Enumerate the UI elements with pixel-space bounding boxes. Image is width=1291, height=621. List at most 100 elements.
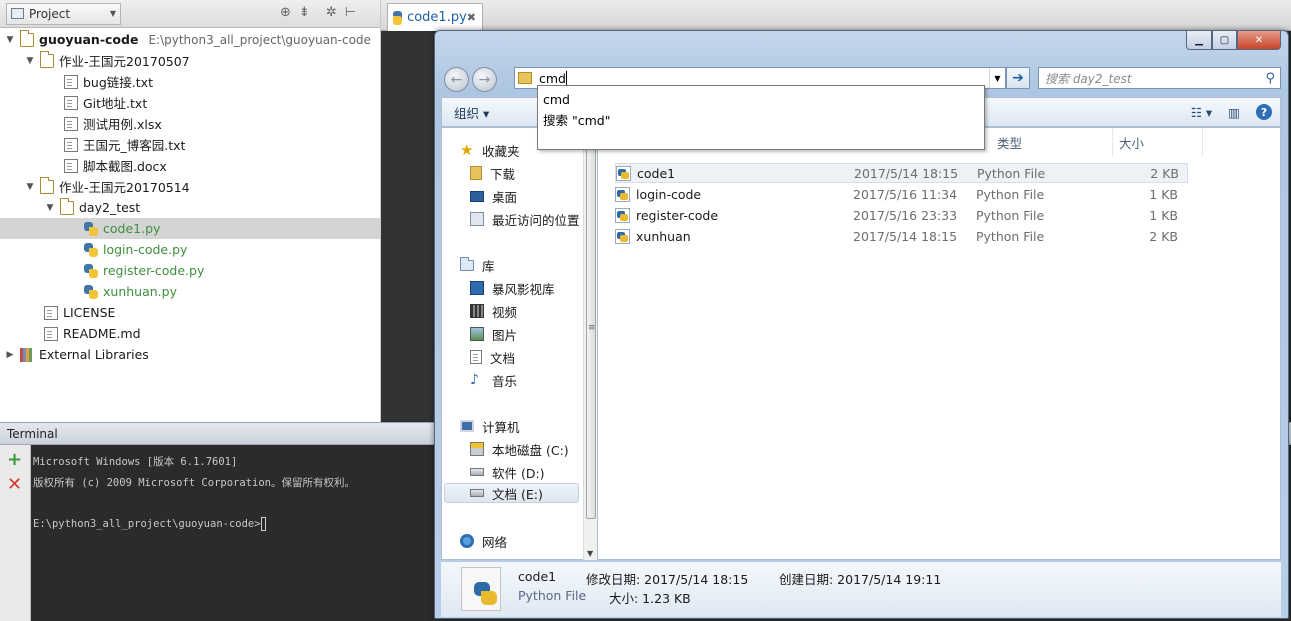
tree-file[interactable]: LICENSE bbox=[0, 302, 380, 323]
expand-arrow-icon[interactable]: ▼ bbox=[44, 203, 56, 213]
tree-file[interactable]: login-code.py bbox=[0, 239, 380, 260]
collapse-all-icon[interactable]: ⇟ bbox=[299, 5, 310, 20]
picture-icon bbox=[470, 327, 484, 341]
tree-root[interactable]: ▼ guoyuan-code E:\python3_all_project\gu… bbox=[0, 29, 380, 50]
expand-arrow-icon[interactable]: ▼ bbox=[24, 56, 36, 66]
tree-file[interactable]: xunhuan.py bbox=[0, 281, 380, 302]
preview-pane-icon[interactable]: ▥ bbox=[1228, 105, 1240, 120]
nav-favorites[interactable]: ★ 收藏夹 bbox=[460, 140, 520, 160]
details-modified: 修改日期: 2017/5/14 18:15 bbox=[586, 572, 749, 587]
hide-panel-icon[interactable]: ⊢ bbox=[345, 5, 356, 20]
file-size: 2 KB bbox=[1150, 165, 1179, 181]
tree-file-selected[interactable]: code1.py bbox=[0, 218, 380, 239]
project-view-selector[interactable]: Project ▼ bbox=[6, 2, 121, 25]
tree-item-label: 作业-王国元20170507 bbox=[59, 54, 190, 69]
expand-arrow-icon[interactable]: ▼ bbox=[4, 35, 16, 45]
tree-folder[interactable]: ▼ 作业-王国元20170507 bbox=[0, 50, 380, 71]
search-placeholder: 搜索 day2_test bbox=[1045, 71, 1132, 86]
file-icon bbox=[64, 116, 78, 131]
tree-item-label: LICENSE bbox=[63, 305, 116, 320]
tree-file[interactable]: 测试用例.xlsx bbox=[0, 113, 380, 134]
music-note-icon: ♪ bbox=[470, 372, 479, 388]
scroll-from-source-icon[interactable]: ⊕ bbox=[280, 5, 291, 20]
go-button[interactable]: ➔ bbox=[1006, 67, 1030, 89]
nav-recent[interactable]: 最近访问的位置 bbox=[470, 209, 580, 229]
scroll-down-icon[interactable]: ▼ bbox=[587, 549, 593, 558]
nav-libraries[interactable]: 库 bbox=[460, 255, 495, 275]
nav-scrollbar[interactable]: ≡ ▼ bbox=[583, 127, 598, 560]
python-file-large-icon bbox=[461, 567, 501, 611]
close-button[interactable]: ✕ bbox=[1237, 31, 1281, 50]
nav-pictures[interactable]: 图片 bbox=[470, 324, 517, 344]
tree-file[interactable]: 脚本截图.docx bbox=[0, 155, 380, 176]
editor-gutter bbox=[381, 31, 434, 421]
nav-drive-c[interactable]: 本地磁盘 (C:) bbox=[470, 439, 569, 459]
tree-folder[interactable]: ▼ day2_test bbox=[0, 197, 380, 218]
column-size[interactable]: 大小 bbox=[1113, 128, 1203, 157]
gear-icon[interactable]: ✲ bbox=[326, 5, 337, 20]
tree-folder[interactable]: ▼ 作业-王国元20170514 bbox=[0, 176, 380, 197]
forward-button[interactable]: → bbox=[472, 67, 497, 92]
file-date: 2017/5/14 18:15 bbox=[854, 165, 959, 181]
back-button[interactable]: ← bbox=[444, 67, 469, 92]
close-session-icon[interactable]: ✕ bbox=[7, 476, 22, 494]
video-library-icon bbox=[470, 281, 484, 295]
minimize-button[interactable]: ▁ bbox=[1186, 31, 1212, 50]
nav-videos[interactable]: 视频 bbox=[470, 301, 517, 321]
autocomplete-item[interactable]: 搜索 "cmd" bbox=[543, 110, 979, 131]
chevron-down-icon[interactable]: ▼ bbox=[989, 68, 1005, 88]
nav-desktop[interactable]: 桌面 bbox=[470, 186, 517, 206]
nav-documents[interactable]: 文档 bbox=[470, 347, 515, 367]
expand-arrow-icon[interactable]: ▼ bbox=[24, 182, 36, 192]
nav-downloads[interactable]: 下载 bbox=[470, 163, 515, 183]
nav-baofeng[interactable]: 暴风影视库 bbox=[470, 278, 555, 298]
tree-item-label: code1.py bbox=[103, 221, 161, 236]
folder-icon bbox=[40, 50, 54, 68]
tree-file[interactable]: bug链接.txt bbox=[0, 71, 380, 92]
network-icon bbox=[460, 534, 474, 548]
help-icon[interactable]: ? bbox=[1256, 104, 1272, 120]
drive-icon bbox=[470, 468, 484, 476]
tab-code1[interactable]: code1.py ✖ bbox=[387, 3, 483, 31]
nav-label: 本地磁盘 (C:) bbox=[492, 442, 569, 458]
close-icon[interactable]: ✖ bbox=[467, 11, 476, 24]
nav-drive-e[interactable]: 文档 (E:) bbox=[444, 483, 579, 503]
tree-file[interactable]: register-code.py bbox=[0, 260, 380, 281]
organize-button[interactable]: 组织 ▾ bbox=[454, 103, 489, 122]
file-row[interactable]: register-code 2017/5/16 23:33 Python Fil… bbox=[615, 205, 1188, 225]
file-type: Python File bbox=[976, 228, 1045, 244]
nav-label: 图片 bbox=[492, 327, 518, 343]
tree-file[interactable]: 王国元_博客园.txt bbox=[0, 134, 380, 155]
nav-computer[interactable]: 计算机 bbox=[460, 416, 520, 436]
maximize-button[interactable]: ▢ bbox=[1212, 31, 1237, 50]
autocomplete-item[interactable]: cmd bbox=[543, 89, 979, 110]
tree-file[interactable]: Git地址.txt bbox=[0, 92, 380, 113]
nav-label: 下载 bbox=[490, 166, 516, 182]
file-row[interactable]: xunhuan 2017/5/14 18:15 Python File 2 KB bbox=[615, 226, 1188, 246]
file-row[interactable]: login-code 2017/5/16 11:34 Python File 1… bbox=[615, 184, 1188, 204]
nav-label: 视频 bbox=[492, 304, 518, 320]
column-label: 大小 bbox=[1119, 136, 1145, 151]
tree-file[interactable]: README.md bbox=[0, 323, 380, 344]
nav-label: 暴风影视库 bbox=[492, 281, 555, 297]
new-session-icon[interactable]: + bbox=[7, 451, 22, 469]
nav-music[interactable]: ♪ 音乐 bbox=[470, 370, 517, 390]
column-type[interactable]: 类型 bbox=[991, 128, 1113, 157]
search-input[interactable]: 搜索 day2_test ⚲ bbox=[1038, 67, 1281, 89]
expand-arrow-icon[interactable]: ▶ bbox=[4, 350, 16, 360]
python-file-icon bbox=[616, 165, 631, 181]
file-date: 2017/5/16 11:34 bbox=[853, 186, 958, 202]
tree-item-label: xunhuan.py bbox=[103, 284, 177, 299]
view-options-icon[interactable]: ☷ ▾ bbox=[1191, 105, 1212, 120]
tree-libraries[interactable]: ▶ External Libraries bbox=[0, 344, 380, 365]
tree-item-label: 王国元_博客园.txt bbox=[83, 138, 186, 153]
search-icon[interactable]: ⚲ bbox=[1265, 71, 1275, 86]
tree-item-label: 作业-王国元20170514 bbox=[59, 180, 190, 195]
file-row[interactable]: code1 2017/5/14 18:15 Python File 2 KB bbox=[615, 163, 1188, 183]
details-created: 创建日期: 2017/5/14 19:11 bbox=[779, 572, 942, 587]
address-input[interactable]: cmd bbox=[539, 71, 566, 86]
nav-network[interactable]: 网络 bbox=[460, 531, 507, 551]
tree-item-label: 脚本截图.docx bbox=[83, 159, 167, 174]
details-pane: code1 Python File 修改日期: 2017/5/14 18:15 … bbox=[441, 561, 1281, 617]
nav-drive-d[interactable]: 软件 (D:) bbox=[470, 462, 545, 482]
